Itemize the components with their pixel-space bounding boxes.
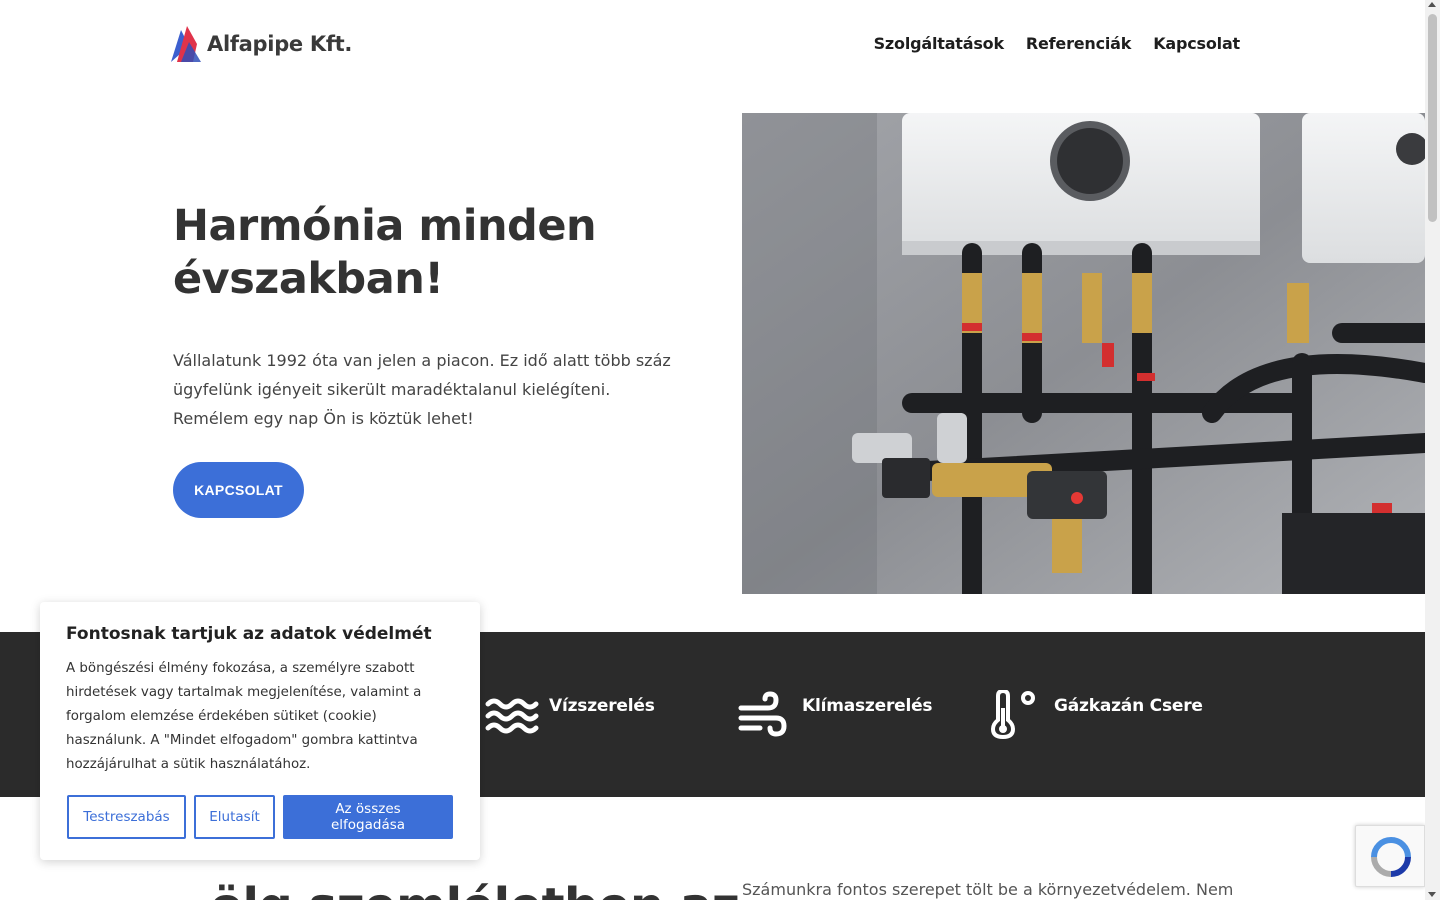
cookie-description: A böngészési élmény fokozása, a személyr… (66, 661, 422, 772)
service-item-air-conditioning[interactable]: Klímaszerelés (738, 690, 933, 740)
water-waves-icon (485, 698, 539, 734)
recaptcha-badge[interactable] (1355, 825, 1425, 887)
hero-description: Vállalatunk 1992 óta van jelen a piacon.… (173, 351, 671, 428)
recaptcha-icon (1371, 837, 1411, 877)
service-label: Klímaszerelés (802, 696, 933, 716)
cookie-consent-dialog: Fontosnak tartjuk az adatok védelmét A b… (40, 602, 480, 860)
scrollbar-thumb[interactable] (1428, 14, 1437, 222)
service-item-plumbing[interactable]: Vízszerelés (485, 690, 655, 740)
contact-button[interactable]: KAPCSOLAT (173, 462, 304, 518)
site-header: Alfapipe Kft. Szolgáltatások Referenciák… (0, 0, 1425, 90)
page-scrollbar[interactable] (1425, 0, 1440, 900)
section-text-partial: Számunkra fontos szerepet tölt be a körn… (742, 880, 1234, 899)
nav-item-references[interactable]: Referenciák (1026, 34, 1132, 53)
reject-button[interactable]: Elutasít (194, 795, 275, 839)
service-item-gas-boiler[interactable]: Gázkazán Csere (990, 690, 1203, 740)
wind-icon (738, 691, 787, 737)
nav-item-services[interactable]: Szolgáltatások (874, 34, 1004, 53)
scroll-down-arrow-icon[interactable] (1428, 892, 1436, 897)
logo-mark-icon (171, 26, 201, 62)
boiler-illustration (742, 113, 1425, 594)
hero-title: Harmónia minden évszakban! (173, 201, 597, 304)
nav-item-contact[interactable]: Kapcsolat (1153, 34, 1240, 53)
accept-all-button[interactable]: Az összes elfogadása (283, 795, 453, 839)
service-label: Gázkazán Csere (1054, 696, 1203, 716)
scroll-up-arrow-icon[interactable] (1428, 2, 1436, 7)
logo[interactable]: Alfapipe Kft. (167, 24, 352, 64)
logo-text: Alfapipe Kft. (207, 32, 353, 56)
customize-button[interactable]: Testreszabás (67, 795, 186, 839)
main-nav: Szolgáltatások Referenciák Kapcsolat (874, 34, 1241, 53)
section-heading-partial: ölg szemléletben az (210, 878, 740, 900)
hero-boiler-photo (742, 113, 1425, 594)
cookie-buttons: Testreszabás Elutasít Az összes elfogadá… (67, 795, 453, 839)
thermometer-icon (990, 690, 1035, 740)
service-label: Vízszerelés (549, 696, 655, 716)
cookie-title: Fontosnak tartjuk az adatok védelmét (66, 624, 432, 644)
